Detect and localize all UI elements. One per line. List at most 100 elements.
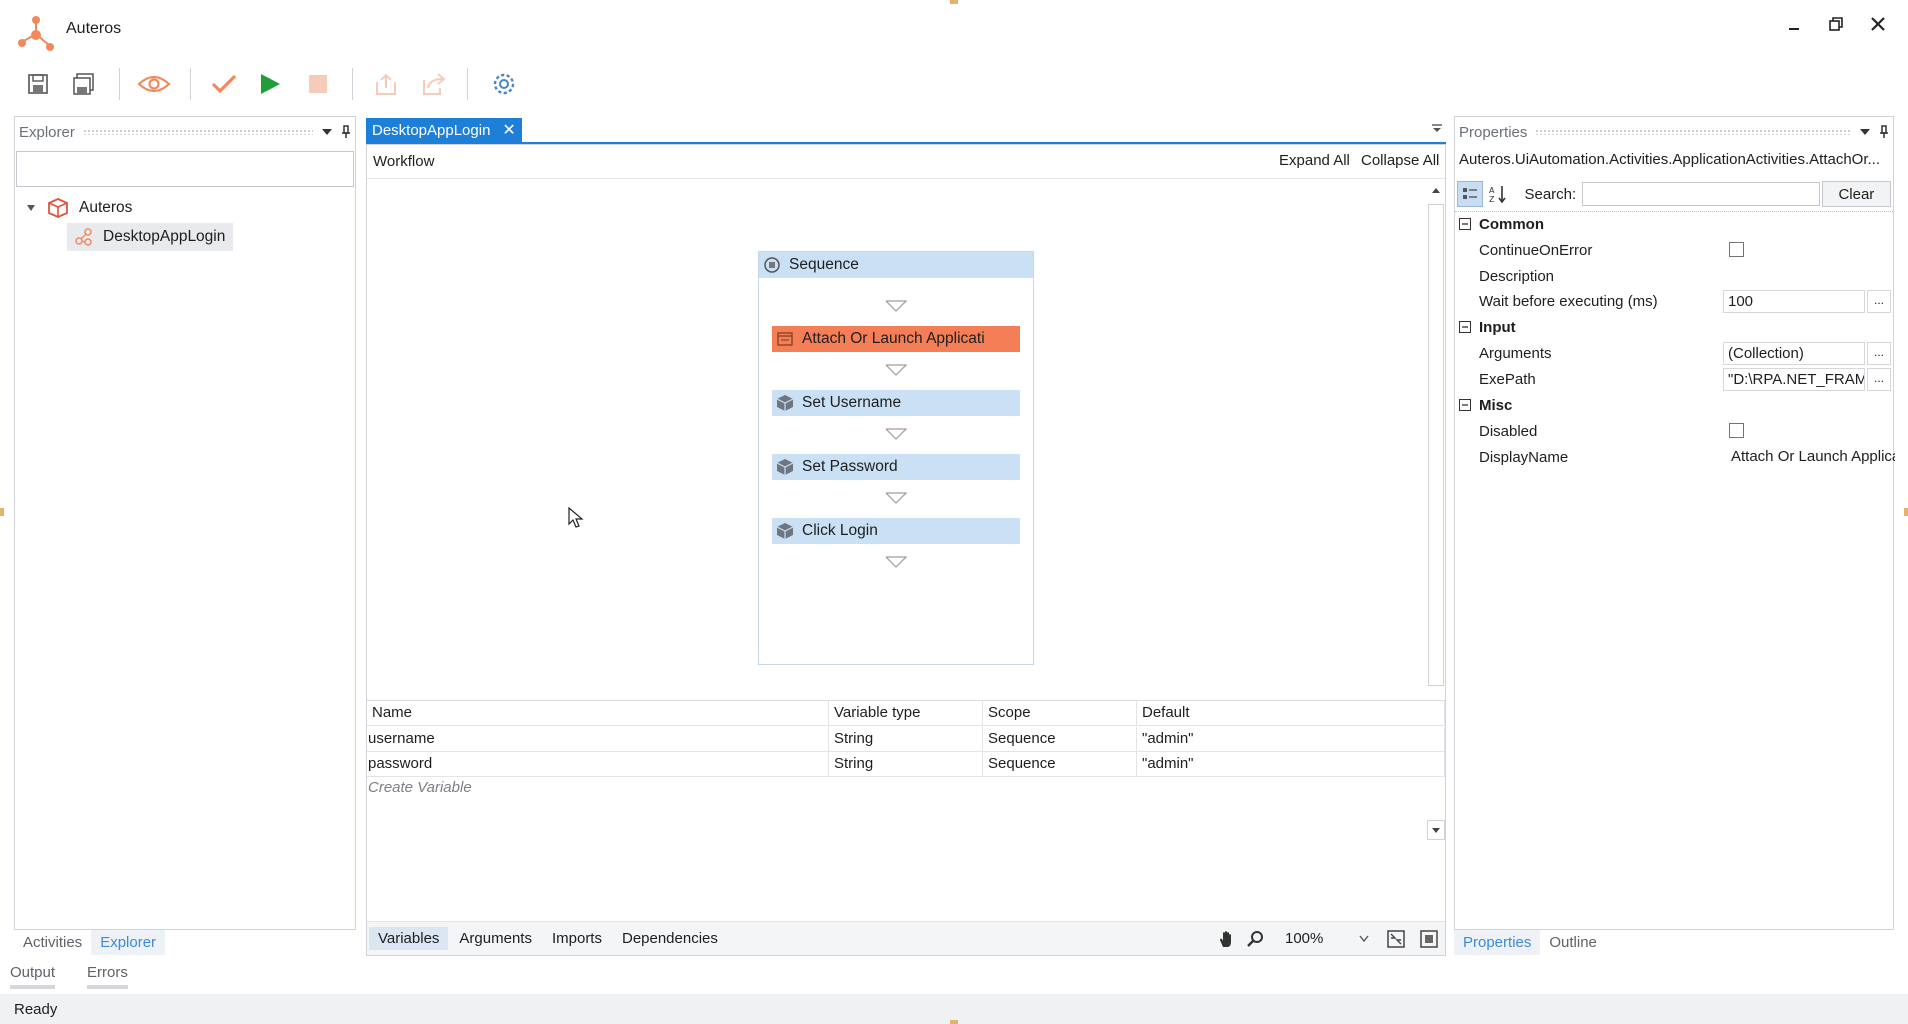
activity-attach-launch[interactable]: Attach Or Launch Applicati: [772, 326, 1020, 352]
explorer-search-input[interactable]: [16, 151, 354, 187]
property-row-exe-path[interactable]: ExePath "D:\RPA.NET_FRAMEW ...: [1455, 367, 1893, 392]
pin-icon[interactable]: [1877, 125, 1891, 139]
property-row-arguments[interactable]: Arguments (Collection) ...: [1455, 341, 1893, 366]
categorized-view-button[interactable]: [1457, 181, 1483, 207]
collapse-all-button[interactable]: Collapse All: [1361, 152, 1439, 169]
validate-button[interactable]: [206, 66, 242, 102]
sequence-header[interactable]: Sequence: [759, 252, 1033, 278]
close-window-button[interactable]: [1858, 10, 1898, 38]
chevron-down-icon[interactable]: [1359, 935, 1369, 943]
zoom-search-icon[interactable]: [1247, 930, 1265, 948]
cell-default[interactable]: "admin": [1137, 752, 1445, 777]
tab-outline[interactable]: Outline: [1540, 930, 1606, 955]
activity-set-password[interactable]: Set Password: [772, 454, 1020, 480]
display-name-field[interactable]: Attach Or Launch Applica: [1727, 446, 1895, 469]
save-all-button[interactable]: [66, 66, 102, 102]
clear-search-button[interactable]: Clear: [1821, 181, 1892, 207]
header-variable-type[interactable]: Variable type: [829, 701, 983, 726]
exe-path-field[interactable]: "D:\RPA.NET_FRAMEW: [1723, 368, 1865, 391]
settings-button[interactable]: [486, 66, 522, 102]
document-tab[interactable]: DesktopAppLogin ✕: [366, 118, 522, 142]
drop-target-arrow-icon[interactable]: [885, 300, 907, 312]
tab-imports[interactable]: Imports: [543, 927, 611, 950]
tree-node-workflow[interactable]: DesktopAppLogin: [67, 223, 234, 251]
restore-button[interactable]: [1816, 10, 1856, 38]
tab-dependencies[interactable]: Dependencies: [613, 927, 727, 950]
drop-target-arrow-icon[interactable]: [885, 428, 907, 440]
dropdown-arrow-icon[interactable]: [321, 127, 333, 137]
header-scope[interactable]: Scope: [983, 701, 1137, 726]
resize-grip[interactable]: [950, 0, 958, 4]
tab-explorer[interactable]: Explorer: [91, 930, 166, 955]
section-misc[interactable]: Misc: [1455, 394, 1893, 416]
property-row-disabled[interactable]: Disabled: [1455, 419, 1893, 444]
cell-default[interactable]: "admin": [1137, 727, 1445, 752]
tab-output[interactable]: Output: [10, 964, 56, 989]
run-button[interactable]: [252, 66, 288, 102]
export-button[interactable]: [368, 66, 404, 102]
fit-screen-icon[interactable]: [1387, 930, 1405, 948]
collapse-section-icon[interactable]: [1459, 399, 1471, 411]
drop-target-arrow-icon[interactable]: [885, 364, 907, 376]
resize-grip[interactable]: [950, 1020, 958, 1024]
stop-button[interactable]: [300, 66, 336, 102]
ellipsis-button[interactable]: ...: [1867, 368, 1891, 391]
cell-name[interactable]: username: [367, 727, 829, 752]
header-name[interactable]: Name: [367, 701, 829, 726]
tab-overflow-icon[interactable]: [1430, 121, 1444, 135]
tab-arguments[interactable]: Arguments: [450, 927, 541, 950]
alphabetical-view-button[interactable]: AZ: [1485, 181, 1511, 207]
wait-before-field[interactable]: 100: [1723, 290, 1865, 313]
tab-properties[interactable]: Properties: [1454, 930, 1541, 955]
table-row[interactable]: username String Sequence "admin": [367, 727, 1445, 752]
ellipsis-button[interactable]: ...: [1867, 290, 1891, 313]
share-button[interactable]: [416, 66, 452, 102]
property-row-continue-on-error[interactable]: ContinueOnError: [1455, 238, 1893, 263]
property-row-description[interactable]: Description: [1455, 264, 1893, 289]
zoom-level[interactable]: 100%: [1285, 930, 1323, 947]
expand-triangle-icon[interactable]: [25, 202, 37, 214]
ellipsis-button[interactable]: ...: [1867, 342, 1891, 365]
disabled-checkbox[interactable]: [1729, 423, 1744, 438]
overview-map-icon[interactable]: [1420, 930, 1438, 948]
panel-grip[interactable]: [1535, 129, 1851, 135]
drop-target-arrow-icon[interactable]: [885, 492, 907, 504]
scrollbar-thumb[interactable]: [1428, 204, 1444, 686]
tab-errors[interactable]: Errors: [87, 964, 128, 989]
preview-button[interactable]: [136, 66, 172, 102]
dropdown-arrow-icon[interactable]: [1859, 127, 1871, 137]
expand-all-button[interactable]: Expand All: [1279, 152, 1350, 169]
continue-on-error-checkbox[interactable]: [1729, 242, 1744, 257]
collapse-section-icon[interactable]: [1459, 218, 1471, 230]
close-tab-icon[interactable]: ✕: [502, 120, 515, 140]
cell-scope[interactable]: Sequence: [983, 727, 1137, 752]
drop-target-arrow-icon[interactable]: [885, 556, 907, 568]
property-row-display-name[interactable]: DisplayName Attach Or Launch Applica: [1455, 445, 1895, 470]
minimize-button[interactable]: [1774, 10, 1814, 38]
create-variable-link[interactable]: Create Variable: [368, 779, 472, 796]
resize-grip[interactable]: [0, 508, 4, 516]
property-search-input[interactable]: [1582, 182, 1820, 206]
section-input[interactable]: Input: [1455, 316, 1893, 338]
sequence-container[interactable]: Sequence Attach Or Launch Applicati Set …: [758, 251, 1034, 665]
resize-grip[interactable]: [1904, 508, 1908, 516]
cell-scope[interactable]: Sequence: [983, 752, 1137, 777]
section-common[interactable]: Common: [1455, 213, 1893, 235]
cell-type[interactable]: String: [829, 727, 983, 752]
pin-icon[interactable]: [339, 125, 353, 139]
tab-activities[interactable]: Activities: [14, 930, 91, 955]
table-row[interactable]: password String Sequence "admin": [367, 752, 1445, 777]
tab-variables[interactable]: Variables: [369, 927, 449, 950]
breadcrumb[interactable]: Workflow: [373, 153, 434, 170]
scroll-up-icon[interactable]: [1431, 186, 1441, 194]
hand-pan-icon[interactable]: [1217, 929, 1237, 949]
activity-set-username[interactable]: Set Username: [772, 390, 1020, 416]
cell-type[interactable]: String: [829, 752, 983, 777]
property-row-wait-before[interactable]: Wait before executing (ms) 100 ...: [1455, 289, 1893, 314]
activity-click-login[interactable]: Click Login: [772, 518, 1020, 544]
tree-node-project[interactable]: Auteros: [25, 197, 132, 219]
cell-name[interactable]: password: [367, 752, 829, 777]
arguments-field[interactable]: (Collection): [1723, 342, 1865, 365]
panel-grip[interactable]: [82, 129, 313, 135]
save-button[interactable]: [20, 66, 56, 102]
